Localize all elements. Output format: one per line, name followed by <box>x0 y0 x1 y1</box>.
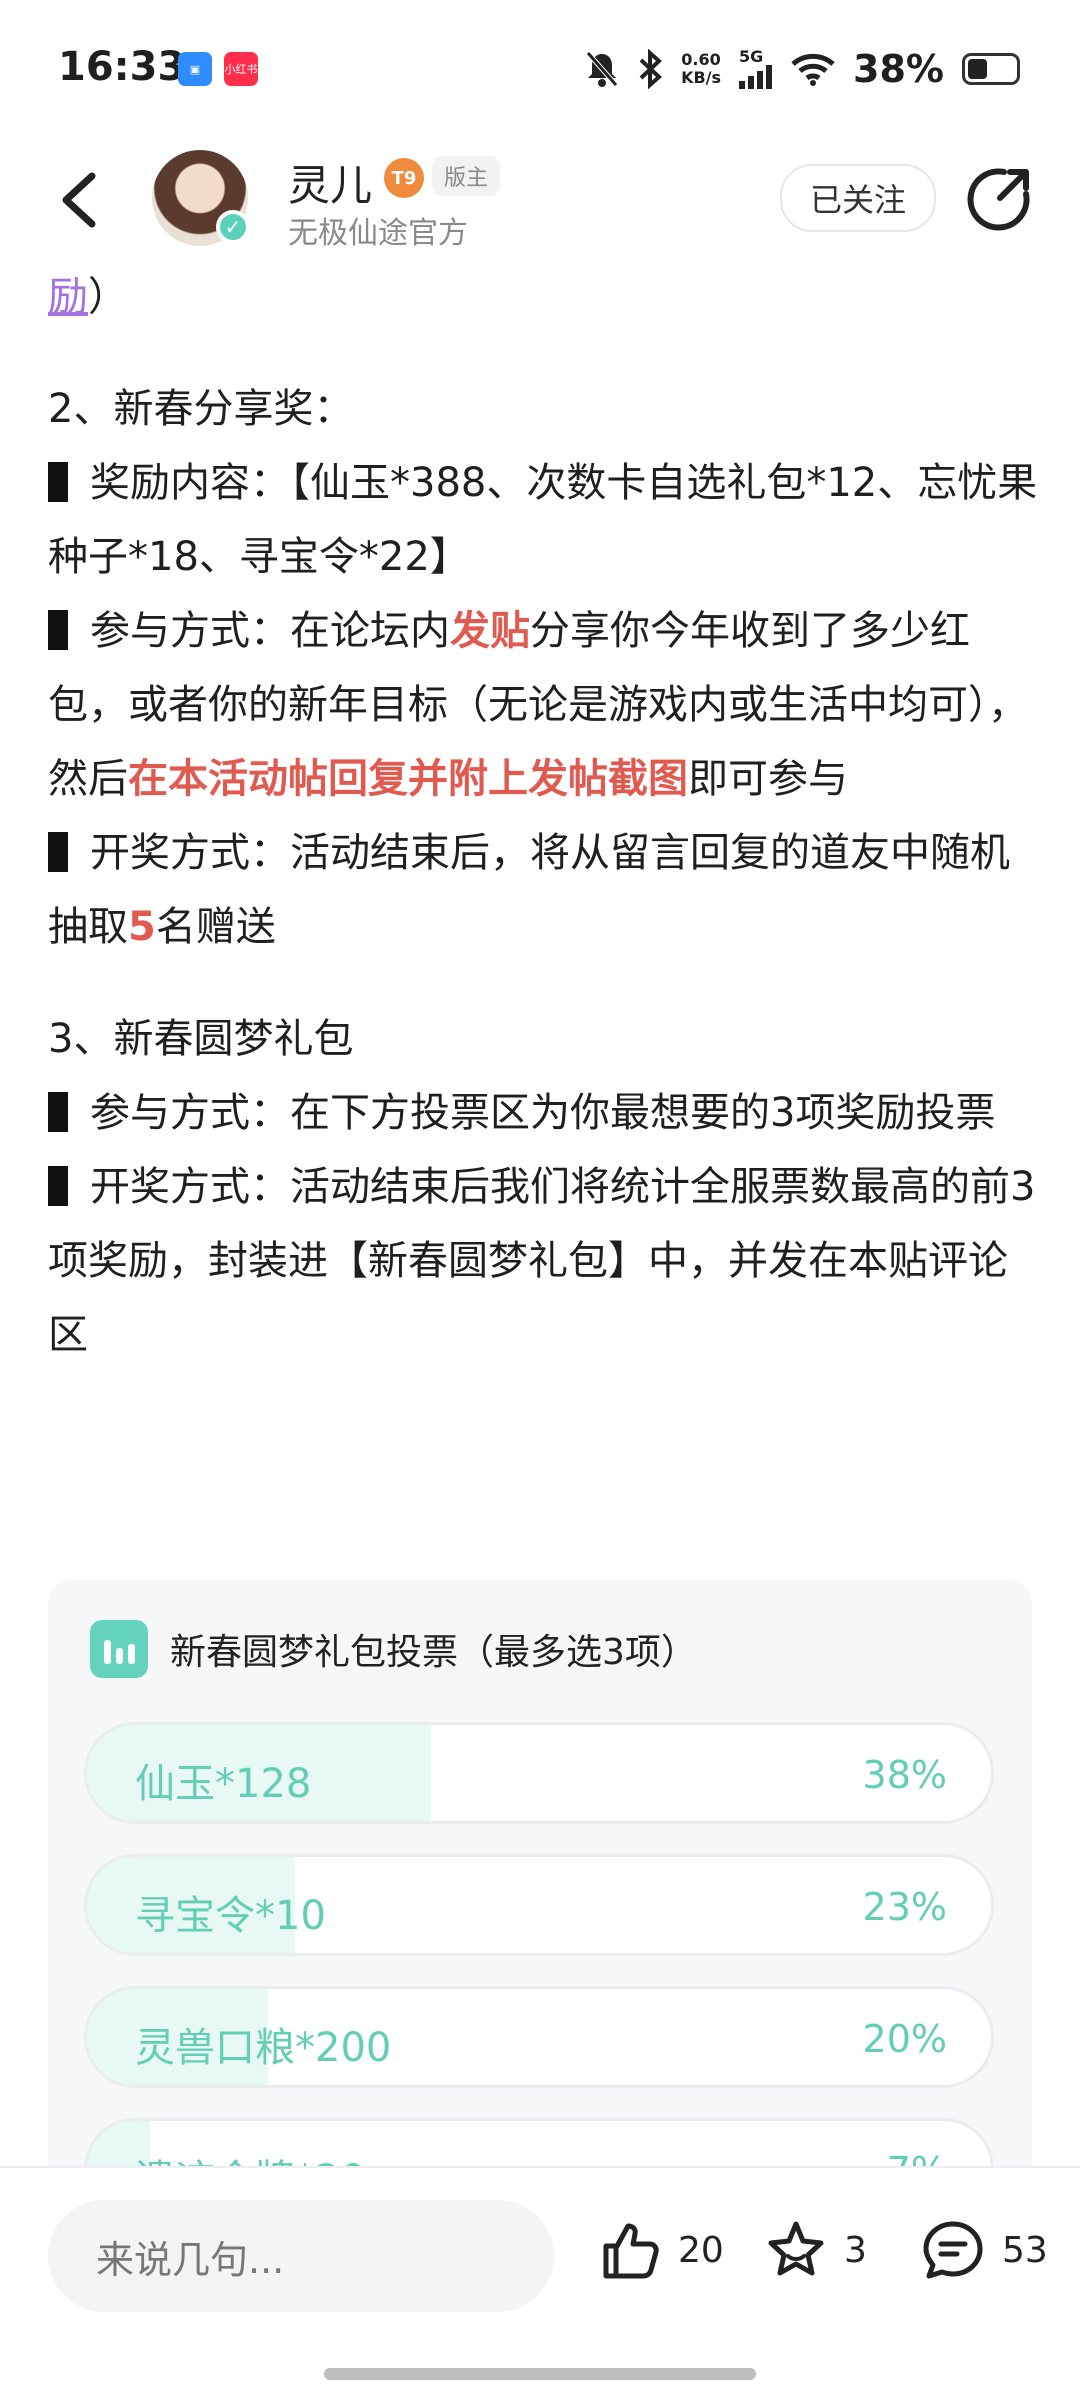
favorite-button[interactable]: 3 <box>764 2218 867 2282</box>
comment-count: 53 <box>1002 2229 1048 2271</box>
bullet-bar-icon <box>48 1166 68 1206</box>
post-header: ✓ 灵儿 T9 版主 无极仙途官方 已关注 <box>0 140 1080 260</box>
section-3-title: 3、新春圆梦礼包 <box>48 1016 354 1062</box>
poll-title: 新春圆梦礼包投票（最多选3项） <box>90 1620 697 1678</box>
poll-option-percent: 38% <box>862 1753 947 1797</box>
bluetooth-icon <box>639 49 663 89</box>
mute-bell-icon <box>586 51 618 87</box>
bullet-bar-icon <box>48 1092 68 1132</box>
poll-option[interactable]: 寻宝令*10 23% <box>84 1854 994 1956</box>
bullet-bar-icon <box>48 610 68 650</box>
author-subtitle: 无极仙途官方 <box>288 216 468 251</box>
poll-option-label: 灵兽口粮*200 <box>135 2025 392 2071</box>
status-right: 0.60 KB/s 5G 38% <box>585 44 1020 94</box>
section-3-join: 参与方式：在下方投票区为你最想要的3项奖励投票 <box>48 1076 1038 1150</box>
poll-option[interactable]: 仙玉*128 38% <box>84 1722 994 1824</box>
comment-button[interactable]: 53 <box>920 2218 1048 2282</box>
like-button[interactable]: 20 <box>598 2218 724 2282</box>
verified-badge-icon: ✓ <box>216 210 250 244</box>
text-fragment: 励） <box>48 274 128 320</box>
poll-option-label: 仙玉*128 <box>135 1761 312 1807</box>
post-body: 励） 2、新春分享奖： 奖励内容：【仙玉*388、次数卡自选礼包*12、忘忧果种… <box>48 260 1038 1372</box>
back-arrow-icon[interactable] <box>50 168 110 232</box>
battery-icon <box>962 53 1020 85</box>
bullet-bar-icon <box>48 462 68 502</box>
poll-option-percent: 20% <box>862 2017 947 2061</box>
app-notification-icon: ▣ <box>178 52 212 86</box>
section-2-title: 2、新春分享奖： <box>48 386 354 432</box>
section-2-join: 参与方式：在论坛内发贴分享你今年收到了多少红包，或者你的新年目标（无论是游戏内或… <box>48 608 1028 802</box>
level-badge: T9 <box>384 158 424 198</box>
poll-option-percent: 23% <box>862 1885 947 1929</box>
bullet-bar-icon <box>48 832 68 872</box>
status-time: 16:33 <box>58 44 186 90</box>
comment-input[interactable]: 来说几句... <box>48 2200 554 2312</box>
status-bar: 16:33 ▣ 小红书 0.60 KB/s 5G 38% <box>0 0 1080 140</box>
link-fragment[interactable]: 励 <box>48 274 88 320</box>
net-speed: 0.60 KB/s <box>681 50 722 87</box>
favorite-count: 3 <box>844 2229 867 2271</box>
bottom-action-bar: 来说几句... 20 3 53 <box>0 2166 1080 2402</box>
signal-icon <box>739 65 773 89</box>
share-icon[interactable] <box>964 162 1036 234</box>
like-count: 20 <box>678 2229 724 2271</box>
section-2-reward: 奖励内容：【仙玉*388、次数卡自选礼包*12、忘忧果种子*18、寻宝令*22】 <box>48 460 1038 580</box>
section-2-draw: 开奖方式：活动结束后，将从留言回复的道友中随机抽取5名赠送 <box>48 830 1010 950</box>
wifi-icon <box>791 53 835 86</box>
author-name[interactable]: 灵儿 <box>288 152 372 213</box>
poll-option-label: 寻宝令*10 <box>135 1893 326 1939</box>
star-icon <box>768 2221 824 2276</box>
thumbs-up-icon <box>603 2223 659 2279</box>
battery-percent: 38% <box>853 47 944 91</box>
follow-button[interactable]: 已关注 <box>780 164 936 232</box>
home-indicator[interactable] <box>324 2368 756 2380</box>
poll-option[interactable]: 灵兽口粮*200 20% <box>84 1986 994 2088</box>
section-3-draw: 开奖方式：活动结束后我们将统计全服票数最高的前3项奖励，封装进【新春圆梦礼包】中… <box>48 1164 1036 1358</box>
bar-chart-icon <box>90 1620 148 1678</box>
comment-bubble-icon <box>923 2221 983 2279</box>
xiaohongshu-icon: 小红书 <box>224 52 258 86</box>
role-badge: 版主 <box>432 156 501 196</box>
cell-signal: 5G <box>739 49 773 89</box>
